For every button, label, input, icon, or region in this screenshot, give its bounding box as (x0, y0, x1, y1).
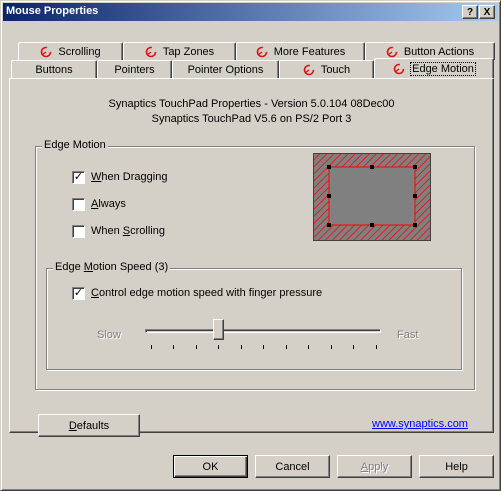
finger-pressure-checkbox[interactable]: ✓ (72, 287, 85, 300)
touchpad-edge-preview (313, 153, 431, 241)
synaptics-swirl-icon (386, 46, 398, 57)
tab-buttons[interactable]: Buttons (11, 60, 97, 78)
tab-scrolling[interactable]: Scrolling (18, 42, 123, 60)
tab-label: Buttons (35, 63, 73, 76)
always-label[interactable]: Always (91, 198, 126, 210)
synaptics-website-link[interactable]: www.synaptics.com (372, 418, 468, 430)
defaults-button[interactable]: Defaults (38, 414, 140, 437)
slider-track (145, 329, 381, 333)
slider-tick (241, 345, 242, 349)
edge-motion-speed-group: Edge Motion Speed (3) ✓ Control edge mot… (46, 261, 462, 370)
help-title-button[interactable]: ? (462, 5, 478, 19)
slider-tick (173, 345, 174, 349)
tab-tap-zones[interactable]: Tap Zones (123, 42, 236, 60)
always-checkbox[interactable] (72, 198, 85, 211)
tab-touch[interactable]: Touch (279, 60, 374, 78)
tab-label: Pointers (114, 63, 155, 76)
tab-label: Edge Motion (410, 61, 476, 76)
edge-speed-slider[interactable] (145, 319, 381, 353)
tab-more-features[interactable]: More Features (236, 42, 365, 60)
edge-motion-legend: Edge Motion (42, 139, 108, 151)
synaptics-swirl-icon (393, 63, 405, 74)
ok-button[interactable]: OK (173, 455, 248, 478)
apply-button[interactable]: Apply (337, 455, 412, 478)
driver-version-text: Synaptics TouchPad Properties - Version … (108, 98, 395, 110)
slider-tick (286, 345, 287, 349)
slider-tick (353, 345, 354, 349)
fast-label: Fast (397, 329, 419, 341)
slider-tick (263, 345, 264, 349)
tab-pointer-options[interactable]: Pointer Options (172, 60, 279, 78)
tab-label: Tap Zones (162, 45, 215, 58)
edge-motion-speed-legend: Edge Motion Speed (3) (53, 261, 171, 273)
mouse-properties-dialog: Mouse Properties ? X Scrolling Tap Zones… (0, 0, 501, 491)
synaptics-swirl-icon (41, 46, 52, 57)
slider-ticks (145, 345, 381, 351)
edge-motion-group: Edge Motion ✓ When Dragging Always When … (35, 139, 475, 390)
slider-thumb[interactable] (213, 319, 224, 340)
edge-motion-panel: Synaptics TouchPad Properties - Version … (9, 78, 494, 437)
slider-tick (376, 345, 377, 349)
help-button[interactable]: Help (419, 455, 494, 478)
device-port-text: Synaptics TouchPad V5.6 on PS/2 Port 3 (151, 113, 352, 125)
tab-label: More Features (273, 45, 346, 58)
window-title: Mouse Properties (6, 5, 99, 17)
when-dragging-label[interactable]: When Dragging (91, 171, 167, 183)
cancel-button[interactable]: Cancel (255, 455, 330, 478)
slider-tick (151, 345, 152, 349)
tab-edge-motion[interactable]: Edge Motion (374, 58, 494, 78)
when-scrolling-label[interactable]: When Scrolling (91, 225, 165, 237)
when-scrolling-checkbox[interactable] (72, 225, 85, 238)
slider-tick (218, 345, 219, 349)
finger-pressure-label[interactable]: Control edge motion speed with finger pr… (91, 287, 322, 299)
slow-label: Slow (97, 329, 121, 341)
slider-tick (196, 345, 197, 349)
tab-pointers[interactable]: Pointers (97, 60, 172, 78)
slider-tick (308, 345, 309, 349)
synaptics-swirl-icon (256, 46, 268, 57)
tab-label: Pointer Options (187, 63, 264, 76)
synaptics-swirl-icon (303, 64, 315, 75)
title-bar[interactable]: Mouse Properties ? X (3, 3, 498, 21)
synaptics-swirl-icon (145, 46, 157, 57)
tab-label: Touch (320, 63, 351, 76)
when-dragging-checkbox[interactable]: ✓ (72, 171, 85, 184)
slider-tick (331, 345, 332, 349)
tab-label: Scrolling (58, 45, 101, 58)
close-button[interactable]: X (479, 5, 495, 19)
tab-label: Button Actions (403, 45, 475, 58)
